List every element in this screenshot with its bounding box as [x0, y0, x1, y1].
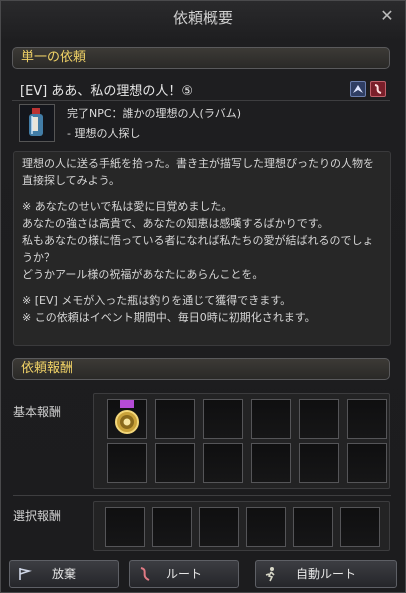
reward-slot[interactable] — [299, 443, 339, 483]
reward-slot[interactable] — [203, 399, 243, 439]
reward-slot[interactable] — [152, 507, 192, 547]
choice-reward-label: 選択報酬 — [13, 509, 62, 523]
quest-description: 理想の人に送る手紙を拾った。書き主が描写した理想ぴったりの人物を直接探してみよう… — [13, 151, 391, 346]
abandon-button[interactable]: 放棄 — [9, 560, 119, 588]
reward-slot-medal[interactable] — [107, 399, 147, 439]
single-quest-header: 単一の依頼 — [12, 47, 390, 69]
reward-slot[interactable] — [105, 507, 145, 547]
quest-name: [EV] ああ、私の理想の人！⑤ — [20, 84, 194, 99]
reward-slot[interactable] — [107, 443, 147, 483]
auto-route-button[interactable]: 自動ルート — [255, 560, 397, 588]
reward-slot[interactable] — [251, 443, 291, 483]
basic-reward-label: 基本報酬 — [13, 405, 62, 419]
bottle-item-icon — [19, 104, 55, 142]
route-button-label: ルート — [165, 567, 202, 581]
description-paragraph: ※ あなたのせいで私は愛に目覚めました。 あなたの強さは高貴で、あなたの知恵は感… — [22, 200, 374, 281]
reward-header: 依頼報酬 — [12, 358, 390, 380]
reward-slot[interactable] — [293, 507, 333, 547]
reward-slot[interactable] — [155, 399, 195, 439]
reward-divider — [13, 495, 391, 496]
completion-npc: 完了NPC：誰かの理想の人(ラバム) — [67, 107, 242, 120]
reward-slot[interactable] — [155, 443, 195, 483]
reward-header-label: 依頼報酬 — [21, 361, 74, 376]
navigate-icon[interactable] — [350, 81, 366, 97]
reward-slot[interactable] — [251, 399, 291, 439]
quest-summary-window: 依頼概要 ✕ 単一の依頼 [EV] ああ、私の理想の人！⑤ 完了NPC：誰かの理… — [0, 0, 406, 593]
reward-slot[interactable] — [340, 507, 380, 547]
medal-icon — [115, 400, 139, 434]
route-button[interactable]: ルート — [129, 560, 239, 588]
reward-slot[interactable] — [299, 399, 339, 439]
reward-slot[interactable] — [199, 507, 239, 547]
title-bar[interactable]: 依頼概要 ✕ — [1, 1, 405, 35]
close-icon[interactable]: ✕ — [377, 6, 397, 26]
description-paragraph: ※ [EV] メモが入った瓶は釣りを通じて獲得できます。 ※ この依頼はイベント… — [22, 294, 316, 324]
reward-slot[interactable] — [246, 507, 286, 547]
single-quest-header-label: 単一の依頼 — [21, 50, 87, 65]
abandon-button-label: 放棄 — [51, 567, 76, 581]
reward-slot[interactable] — [203, 443, 243, 483]
description-paragraph: 理想の人に送る手紙を拾った。書き主が描写した理想ぴったりの人物を直接探してみよう… — [22, 157, 374, 187]
quest-objective: - 理想の人探し — [67, 127, 141, 140]
auto-route-button-label: 自動ルート — [295, 567, 356, 581]
choice-reward-grid — [93, 501, 390, 551]
reward-slot[interactable] — [347, 443, 387, 483]
route-icon[interactable] — [370, 81, 386, 97]
window-title: 依頼概要 — [172, 9, 233, 27]
basic-reward-grid — [93, 393, 390, 489]
reward-slot[interactable] — [347, 399, 387, 439]
quest-title-row: [EV] ああ、私の理想の人！⑤ — [12, 79, 390, 101]
